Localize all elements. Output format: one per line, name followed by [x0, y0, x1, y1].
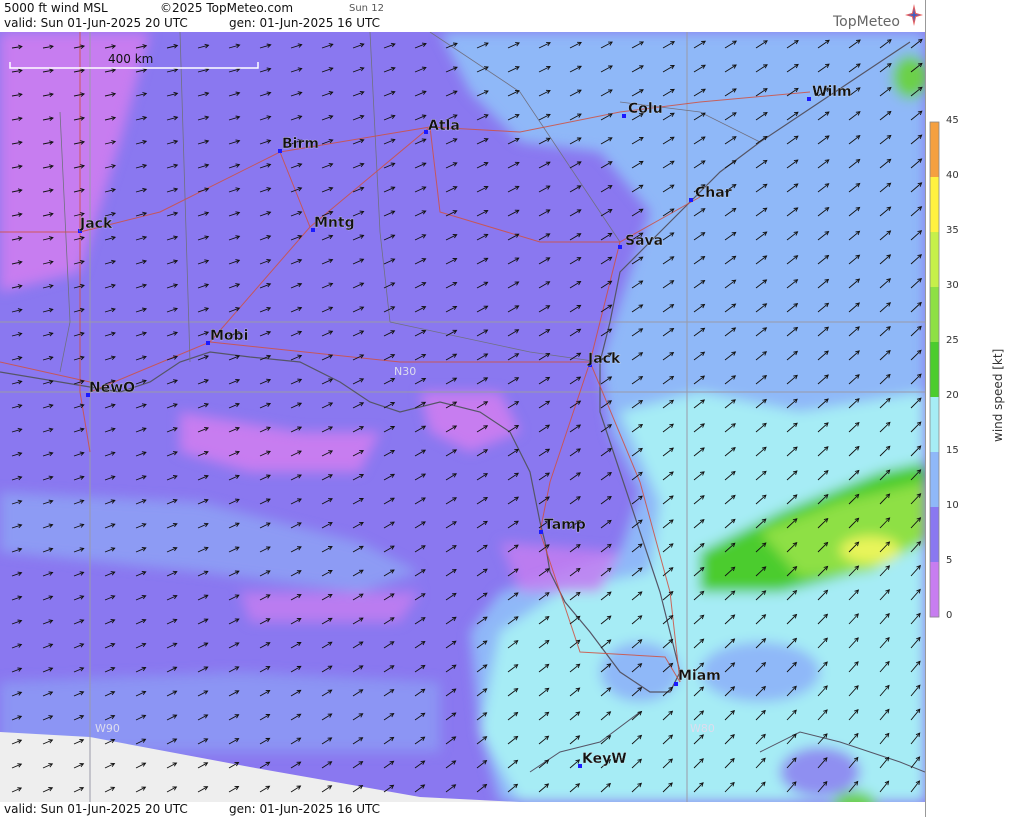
colorbar-title: wind speed [kt] — [991, 349, 1005, 442]
colorbar-segments — [930, 122, 939, 618]
city-label: Atla — [428, 118, 460, 134]
colorbar-segment — [930, 342, 939, 398]
colorbar-tick-label: 35 — [946, 225, 959, 236]
city-label: Sava — [625, 233, 663, 249]
lon-label-w80: W80 — [690, 722, 715, 735]
colorbar-tick-label: 40 — [946, 170, 959, 181]
valid-time: valid: Sun 01-Jun-2025 20 UTC — [4, 16, 188, 30]
city-label: Char — [695, 185, 732, 201]
colorbar-tick-label: 30 — [946, 280, 959, 291]
colorbar: wind speed [kt] — [929, 121, 1005, 618]
colorbar-tick-label: 20 — [946, 390, 959, 401]
map-title: 5000 ft wind MSL — [4, 1, 108, 15]
city-newo[interactable]: NewO — [86, 380, 135, 397]
brand-text: TopMeteo — [833, 14, 900, 30]
run-label: Sun 12 — [349, 3, 384, 14]
city-label: Tamp — [544, 517, 586, 533]
city-label: Colu — [628, 101, 663, 117]
city-label: Birm — [282, 136, 319, 152]
city-char[interactable]: Char — [689, 185, 732, 202]
colorbar-tick-label: 5 — [946, 555, 953, 566]
city-label: Mobi — [210, 328, 248, 344]
colorbar-segment — [930, 562, 939, 618]
lat-label-n30: N30 — [394, 365, 416, 378]
colorbar-segment — [930, 232, 939, 288]
city-label: Miam — [678, 668, 721, 684]
footer-gen-time: gen: 01-Jun-2025 16 UTC — [229, 802, 381, 816]
city-label: NewO — [89, 380, 135, 396]
city-jack-fl[interactable]: Jack — [587, 351, 621, 367]
colorbar-segment — [930, 287, 939, 343]
city-mobi[interactable]: Mobi — [206, 328, 248, 345]
colorbar-segment — [930, 397, 939, 453]
colorbar-tick-label: 10 — [946, 500, 959, 511]
colorbar-segment — [930, 177, 939, 233]
city-tamp[interactable]: Tamp — [539, 517, 586, 534]
footer-valid-time: valid: Sun 01-Jun-2025 20 UTC — [4, 802, 188, 816]
colorbar-tick-label: 25 — [946, 335, 959, 346]
colorbar-segment — [930, 122, 939, 178]
city-label: Mntg — [314, 215, 355, 231]
city-label: Jack — [587, 351, 621, 367]
topmeteo-logo[interactable]: TopMeteo — [833, 4, 923, 30]
city-mntg[interactable]: Mntg — [311, 215, 355, 232]
city-jack-ms[interactable]: Jack — [78, 216, 113, 233]
city-wilm[interactable]: Wilm — [807, 84, 852, 101]
city-birm[interactable]: Birm — [278, 136, 319, 153]
city-atla[interactable]: Atla — [424, 118, 460, 134]
colorbar-segment — [930, 452, 939, 508]
footer-bar: valid: Sun 01-Jun-2025 20 UTC gen: 01-Ju… — [0, 802, 925, 817]
compass-star-icon — [905, 4, 923, 26]
colorbar-tick-label: 0 — [946, 610, 953, 621]
city-label: KeyW — [582, 751, 627, 767]
city-colu[interactable]: Colu — [622, 101, 663, 118]
scale-bar-label: 400 km — [108, 52, 153, 66]
colorbar-panel: wind speed [kt] — [925, 0, 1017, 817]
city-sava[interactable]: Sava — [618, 233, 663, 249]
city-label: Jack — [79, 216, 113, 232]
colorbar-tick-label: 15 — [946, 445, 959, 456]
colorbar-tick-label: 45 — [946, 115, 959, 126]
colorbar-segment — [930, 507, 939, 563]
copyright: ©2025 TopMeteo.com — [160, 1, 294, 15]
lon-label-w90: W90 — [95, 722, 120, 735]
city-keyw[interactable]: KeyW — [578, 751, 627, 768]
city-miam[interactable]: Miam — [674, 668, 721, 686]
city-label: Wilm — [812, 84, 852, 100]
wind-map[interactable]: N30 W90 W80 400 km Wilm Colu Atla Birm C… — [0, 32, 925, 802]
gen-time: gen: 01-Jun-2025 16 UTC — [229, 16, 381, 30]
